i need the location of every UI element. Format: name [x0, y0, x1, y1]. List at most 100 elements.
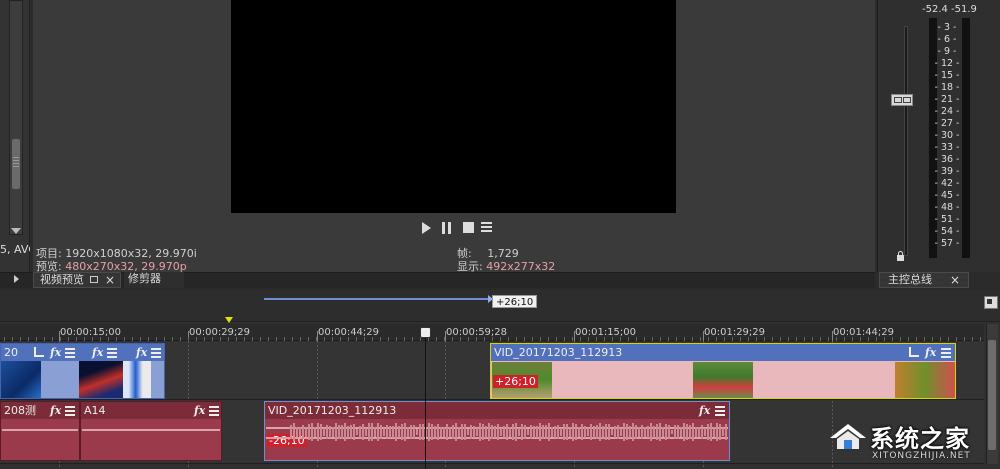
waveform-bar: [614, 425, 616, 439]
clip-menu-icon[interactable]: [151, 348, 161, 358]
waveform-bar: [518, 427, 520, 437]
waveform-bar: [464, 423, 466, 441]
ruler-minor-tick: [908, 337, 909, 341]
audio-clip-a14[interactable]: A14 fx: [80, 401, 222, 461]
waveform-bar: [623, 423, 625, 441]
waveform-bar: [305, 427, 307, 437]
ruler-minor-tick: [972, 337, 973, 341]
stop-button[interactable]: [463, 222, 474, 233]
ruler-minor-tick: [60, 337, 61, 341]
meter-scale-label: - 3 -: [937, 22, 957, 33]
ruler-minor-tick: [572, 337, 573, 341]
waveform-bar: [320, 423, 322, 441]
video-clip-left[interactable]: 20 fx fx fx: [0, 343, 165, 399]
preview-canvas: [231, 0, 676, 213]
waveform-bar: [578, 427, 580, 437]
waveform-bar: [512, 423, 514, 441]
ruler-minor-tick: [300, 337, 301, 341]
waveform-bar: [716, 423, 718, 441]
waveform-bar: [293, 423, 295, 441]
waveform-bar: [362, 424, 364, 440]
waveform-bar: [710, 423, 712, 441]
master-fader-handle[interactable]: [891, 94, 913, 106]
ruler-minor-tick: [268, 337, 269, 341]
lock-icon[interactable]: [897, 251, 904, 261]
maximize-icon[interactable]: [90, 276, 98, 283]
ruler-minor-tick: [748, 337, 749, 341]
clip-menu-icon[interactable]: [941, 348, 951, 358]
waveform-bar: [482, 424, 484, 440]
timeline-scrollbar-thumb[interactable]: [988, 340, 996, 450]
meter-scale-label: - 42 -: [934, 178, 960, 189]
waveform-bar: [536, 426, 538, 438]
waveform-bar: [335, 423, 337, 441]
audio-clip-left[interactable]: 208测 fx: [0, 401, 80, 461]
clip-menu-icon[interactable]: [65, 406, 75, 416]
close-icon[interactable]: ×: [105, 274, 115, 286]
meter-scale-label: - 39 -: [934, 166, 960, 177]
fx-icon[interactable]: fx: [50, 346, 61, 359]
waveform-bar: [407, 427, 409, 437]
clip-menu-icon[interactable]: [209, 406, 219, 416]
ruler-minor-tick: [212, 337, 213, 341]
waveform-bar: [629, 426, 631, 438]
ruler-minor-tick: [276, 337, 277, 341]
ruler-minor-tick: [284, 337, 285, 341]
tab-trimmer[interactable]: 修剪器: [124, 272, 184, 288]
left-scrollbar-thumb[interactable]: [12, 139, 20, 189]
play-button[interactable]: [422, 222, 431, 234]
ruler-minor-tick: [900, 337, 901, 341]
waveform-bar: [575, 423, 577, 441]
ruler-minor-tick: [228, 337, 229, 341]
clip-menu-icon[interactable]: [65, 348, 75, 358]
fx-icon[interactable]: fx: [194, 404, 205, 417]
fx-icon[interactable]: fx: [925, 346, 936, 359]
waveform-bar: [692, 423, 694, 441]
waveform-bar: [467, 428, 469, 436]
crop-icon[interactable]: [34, 347, 44, 357]
waveform-bar: [491, 425, 493, 439]
ruler-minor-tick: [164, 337, 165, 341]
level-meter-right: [962, 18, 970, 258]
ruler-minor-tick: [892, 337, 893, 341]
close-icon[interactable]: ×: [950, 274, 960, 286]
tab-video-preview[interactable]: 视频预览 ×: [33, 272, 121, 288]
waveform-bar: [359, 425, 361, 439]
master-fader-track[interactable]: [904, 26, 908, 256]
clip-menu-icon[interactable]: [107, 348, 117, 358]
ruler-minor-tick: [876, 337, 877, 341]
loop-region[interactable]: [264, 298, 492, 300]
fx-icon[interactable]: fx: [136, 346, 147, 359]
waveform-bar: [608, 423, 610, 441]
pause-button[interactable]: [442, 222, 452, 234]
crop-icon[interactable]: [909, 347, 919, 357]
clip-menu-icon[interactable]: [715, 406, 725, 416]
fx-icon[interactable]: fx: [92, 346, 103, 359]
video-clip-main[interactable]: VID_20171203_112913 fx +26;10: [490, 343, 956, 399]
waveform-bar: [437, 423, 439, 441]
ruler-minor-tick: [932, 337, 933, 341]
waveform-bar: [326, 424, 328, 440]
playhead-handle-icon[interactable]: [420, 327, 431, 338]
preview-menu-button[interactable]: [481, 222, 492, 234]
tab-master-bus[interactable]: 主控总线 ×: [879, 272, 969, 288]
waveform-bar: [698, 426, 700, 438]
loop-length-label: +26;10: [492, 295, 538, 308]
left-scrollbar[interactable]: [9, 0, 23, 235]
ruler-minor-tick: [964, 337, 965, 341]
timeline-corner-button[interactable]: [984, 296, 998, 309]
waveform-bar: [461, 423, 463, 441]
fx-icon[interactable]: fx: [699, 404, 710, 417]
ruler-minor-tick: [348, 337, 349, 341]
ruler-major-tick: [317, 331, 318, 341]
watermark-logo-icon: [830, 424, 866, 449]
fx-icon[interactable]: fx: [50, 404, 61, 417]
playhead-cursor[interactable]: [425, 333, 426, 469]
tab-scroll-arrow-icon[interactable]: [14, 275, 19, 283]
watermark-text: 系统之家: [870, 425, 970, 453]
scroll-down-arrow-icon[interactable]: [11, 228, 21, 234]
marker-icon[interactable]: [225, 317, 233, 323]
ruler-minor-tick: [852, 337, 853, 341]
waveform-bar: [386, 424, 388, 440]
ruler-minor-tick: [540, 337, 541, 341]
